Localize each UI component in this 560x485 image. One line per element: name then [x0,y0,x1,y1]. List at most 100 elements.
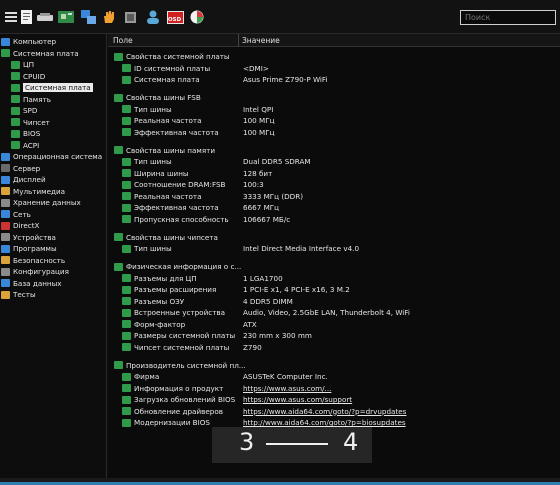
table-row[interactable]: ID системной платы <DMI> [108,63,560,74]
field-cell: Чипсет системной платы [122,343,229,352]
tree-node-icon [1,187,10,195]
table-row[interactable]: Встроенные устройства Audio, Video, 2.5Gb… [108,307,560,318]
sidebar-item[interactable]: Чипсет [11,117,50,128]
sidebar-item-label: Операционная система [13,152,103,161]
column-header-field[interactable]: Поле [113,36,133,45]
network-icon[interactable] [81,9,97,25]
sidebar-item[interactable]: CPUID [11,71,45,82]
section-row[interactable]: Производитель системной пл... [108,360,560,371]
tree-node-icon [1,233,10,241]
table-row[interactable]: Разъемы ОЗУ 4 DDR5 DIMM [108,296,560,307]
table-row[interactable]: Информация о продукт https://www.asus.com… [108,383,560,394]
value-link[interactable]: http://www.aida64.com/goto/?p=biosupdate… [243,418,406,427]
section-icon [114,262,123,271]
section-row[interactable]: Свойства шины FSB [108,92,560,103]
sidebar-item[interactable]: DirectX [1,220,39,231]
sidebar-item[interactable]: Конфигурация [1,266,69,277]
sidebar-item-label: Сеть [13,209,31,219]
value-link[interactable]: https://www.asus.com/support [243,395,352,404]
sidebar-item[interactable]: Мультимедиа [1,186,65,197]
hand-icon[interactable] [101,9,117,25]
table-row[interactable]: Загрузка обновлений BIOS https://www.asus… [108,394,560,405]
field-cell: Разъемы для ЦП [122,274,197,283]
menu-icon[interactable] [3,9,19,25]
field-icon [122,308,131,317]
table-row[interactable]: Форм-фактор ATX [108,319,560,330]
chip-icon[interactable] [122,9,138,25]
sidebar-item-label: Устройства [13,232,56,242]
field-icon [122,395,131,404]
overlay-right-number: 4 [343,428,359,456]
table-row[interactable]: Эффективная частота 6667 МГц [108,202,560,213]
table-row[interactable]: Чипсет системной платы Z790 [108,342,560,353]
search-input[interactable] [460,10,556,25]
sidebar-item[interactable]: Устройства [1,232,56,243]
sidebar-item[interactable]: Дисплей [1,174,46,185]
table-row[interactable]: Соотношение DRAM:FSB 100:3 [108,179,560,190]
sidebar-item-label: BIOS [23,129,41,138]
table-row[interactable]: Реальная частота 3333 МГц (DDR) [108,191,560,202]
osd-icon[interactable]: OSD [167,9,184,25]
section-row[interactable]: Свойства шины чипсета [108,232,560,243]
value-cell: 1 LGA1700 [243,273,283,283]
sidebar-item[interactable]: Компьютер [1,36,56,47]
sidebar-item[interactable]: SPD [11,105,37,116]
sidebar-item[interactable]: База данных [1,278,62,289]
section-icon [114,93,123,102]
table-row[interactable]: Обновление драйверов https://www.aida64.c… [108,406,560,417]
tree-node-icon [1,152,10,161]
sidebar-item[interactable]: Хранение данных [1,197,81,208]
field-label: Разъемы для ЦП [134,273,197,283]
tree-node-icon [11,106,20,115]
sidebar-item[interactable]: Тесты [1,289,36,300]
sidebar-item[interactable]: Память [11,94,51,105]
table-row[interactable]: Эффективная частота 100 МГц [108,127,560,138]
field-label: Свойства шины чипсета [126,232,218,242]
field-icon [122,285,131,294]
table-row[interactable]: Тип шины Intel Direct Media Interface v4.… [108,243,560,254]
table-row[interactable]: Пропускная способность 106667 МБ/с [108,214,560,225]
table-row[interactable]: Тип шины Dual DDR5 SDRAM [108,156,560,167]
computer-icon[interactable] [37,9,53,25]
field-icon [122,116,131,125]
sidebar-item[interactable]: Системная плата [1,48,79,59]
column-header-value[interactable]: Значение [242,36,280,45]
value-cell: 230 mm x 300 mm [243,331,312,340]
value-link[interactable]: https://www.aida64.com/goto/?p=drvupdate… [243,407,406,416]
table-row[interactable]: Реальная частота 100 МГц [108,115,560,126]
sidebar-item[interactable]: Сервер [1,163,40,174]
section-icon [114,361,123,369]
tree-node-icon [11,141,20,149]
column-divider[interactable] [238,34,239,47]
sidebar-item[interactable]: ЦП [11,59,34,70]
table-row[interactable]: Разъемы для ЦП 1 LGA1700 [108,273,560,284]
section-icon [114,146,123,154]
table-row[interactable]: Тип шины Intel QPI [108,104,560,115]
field-cell: Размеры системной платы [122,331,235,340]
field-label: Встроенные устройства [134,308,226,317]
sidebar-item[interactable]: Операционная система [1,151,102,162]
table-row[interactable]: Фирма ASUSTeK Computer Inc. [108,371,560,382]
section-row[interactable]: Свойства системной платы [108,51,560,62]
table-row[interactable]: Размеры системной платы 230 mm x 300 mm [108,330,560,341]
value-cell: Asus Prime Z790-P WiFi [243,75,328,84]
sensor-icon[interactable] [189,9,205,25]
field-cell: Фирма [122,372,159,381]
value-link[interactable]: https://www.asus.com/... [243,384,331,393]
section-row[interactable]: Свойства шины памяти [108,145,560,156]
sidebar-item[interactable]: Системная плата [11,82,93,93]
section-row[interactable]: Физическая информация о с... [108,261,560,272]
sidebar-item[interactable]: Безопасность [1,255,65,266]
table-row[interactable]: Ширина шины 128 бит [108,168,560,179]
sidebar-item[interactable]: Сеть [1,209,31,220]
user-icon[interactable] [145,9,161,25]
table-row[interactable]: Разъемы расширения 1 PCI-E x1, 4 PCI-E x1… [108,284,560,295]
value-cell: 106667 МБ/с [243,214,291,224]
sidebar-item[interactable]: Программы [1,243,57,254]
report-icon[interactable] [18,9,34,25]
sidebar-item[interactable]: BIOS [11,128,40,139]
value-cell: ASUSTeK Computer Inc. [243,372,328,381]
motherboard-icon[interactable] [58,9,74,25]
sidebar-item[interactable]: ACPI [11,140,39,151]
table-row[interactable]: Системная плата Asus Prime Z790-P WiFi [108,74,560,85]
